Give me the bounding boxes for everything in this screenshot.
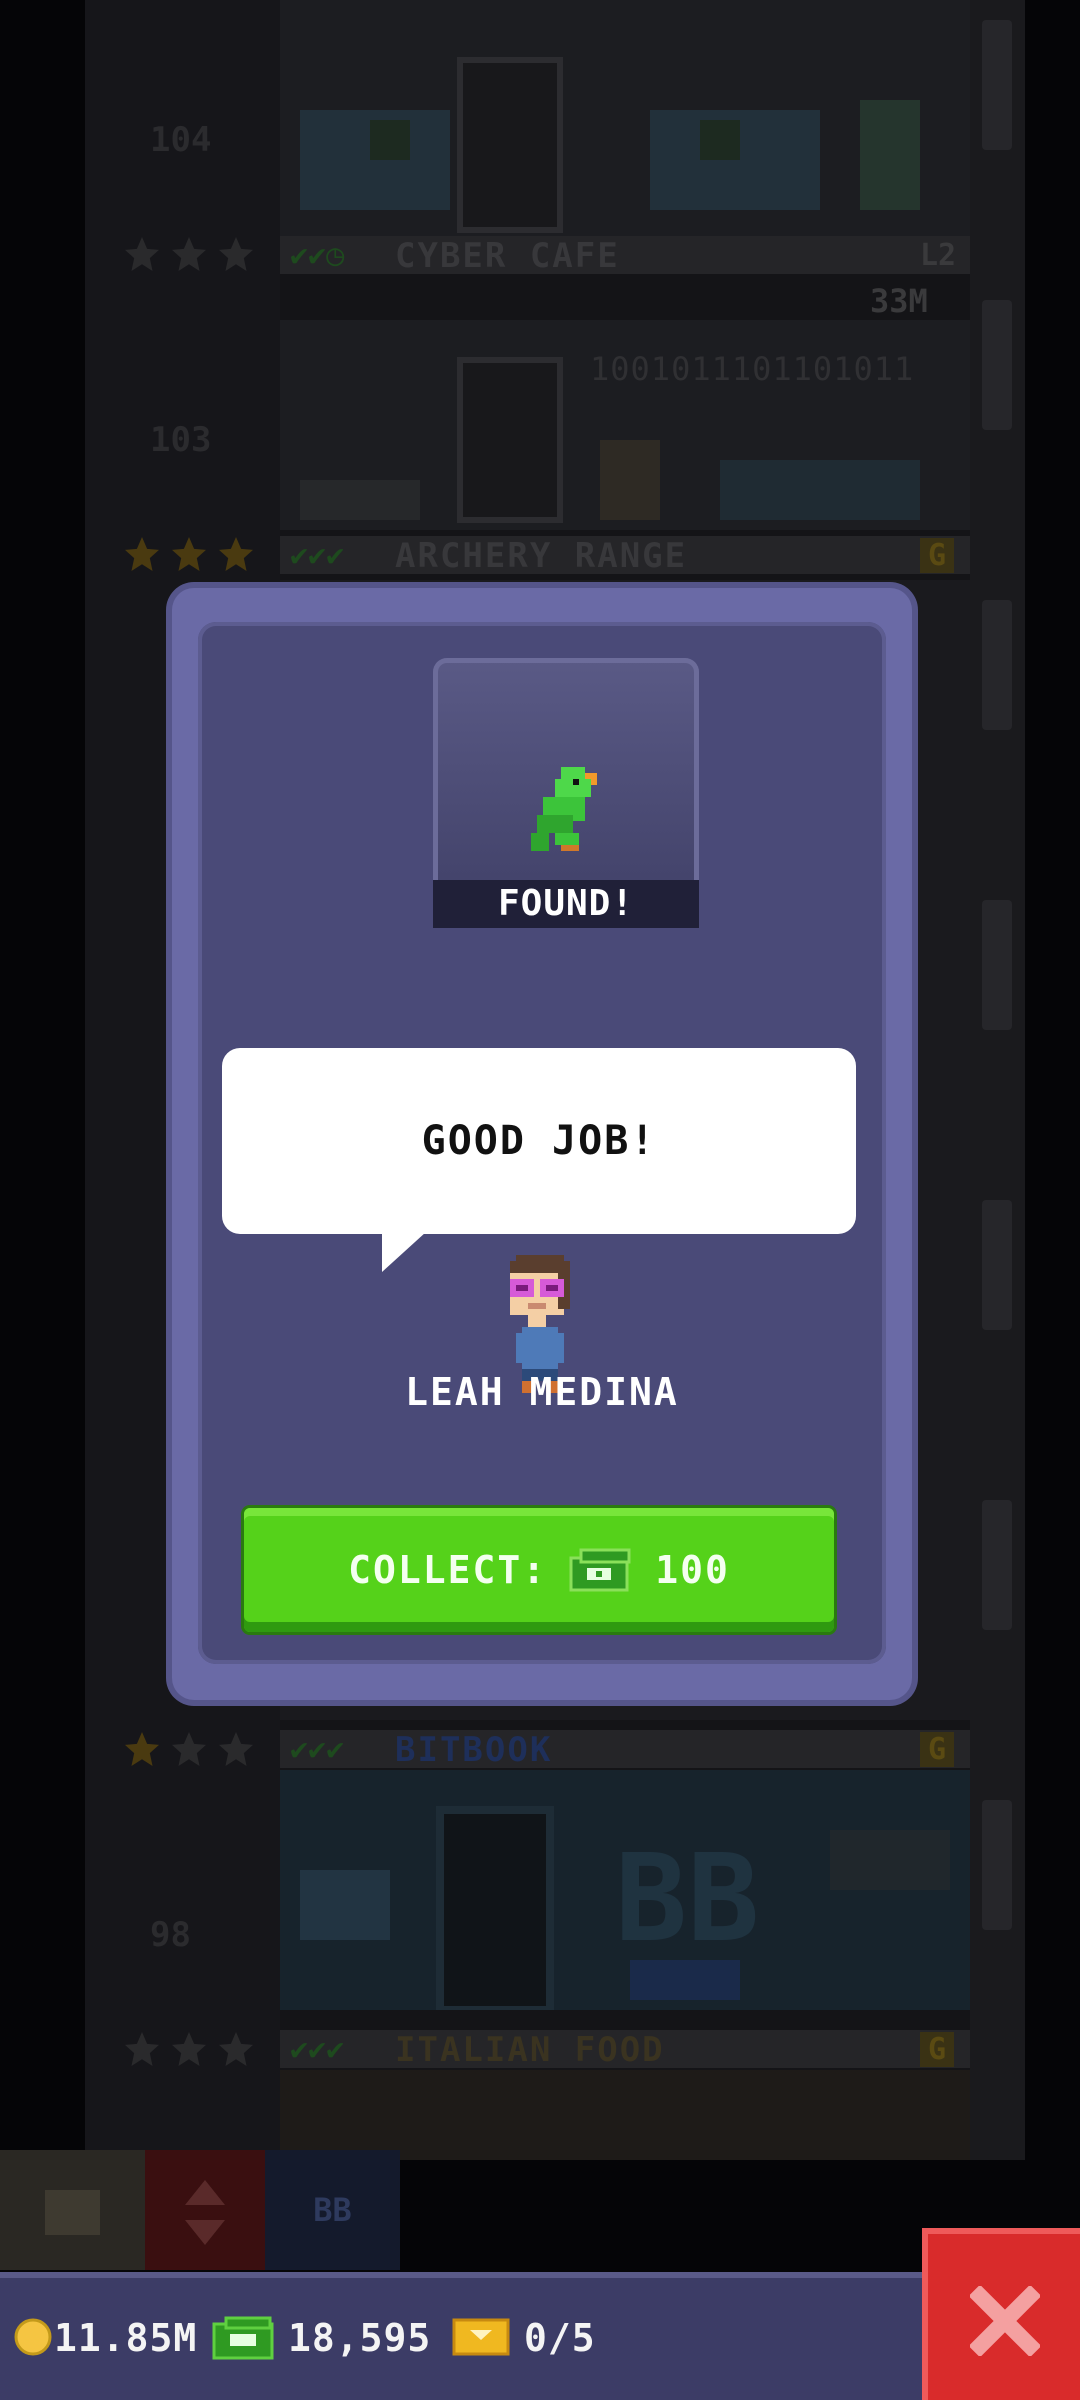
- speech-bubble-tail: [382, 1232, 426, 1272]
- floor-name: ARCHERY RANGE: [395, 536, 688, 576]
- floor-number: 98: [150, 1915, 191, 1955]
- floor-label-bar: [280, 236, 970, 274]
- floor-status-checks: ✔✔✔: [290, 538, 345, 573]
- floor-label-bar: [280, 1730, 970, 1768]
- floor-level: G: [920, 2032, 955, 2067]
- speech-bubble: GOOD JOB!: [222, 1048, 856, 1234]
- star-icon: [172, 1732, 206, 1766]
- floor-status-checks: ✔✔◷: [290, 238, 345, 273]
- bux-icon: [212, 2316, 274, 2360]
- floor-level: L2: [920, 238, 957, 273]
- floor-number: 103: [150, 420, 212, 460]
- star-icon: [125, 237, 159, 271]
- floor-italian-food[interactable]: [280, 2070, 970, 2160]
- star-icon: [172, 537, 206, 571]
- bitbook-sign: BB: [615, 1830, 760, 1969]
- elevator-arrows-icon: [185, 2180, 225, 2245]
- dialog-panel: FOUND! GOOD JOB! LEAH MEDINA COLLECT: 10…: [198, 622, 886, 1664]
- rail-segment: [982, 1200, 1012, 1330]
- star-icon: [125, 1732, 159, 1766]
- rail-segment: [982, 900, 1012, 1030]
- rail-segment: [982, 1500, 1012, 1630]
- rail-segment: [982, 1800, 1012, 1930]
- floor-status-checks: ✔✔✔: [290, 1732, 345, 1767]
- bux-cash-icon: [569, 1548, 631, 1592]
- floor-cyber-cafe[interactable]: [280, 0, 970, 260]
- floor-price: 33M: [870, 282, 928, 320]
- found-item-dialog: FOUND! GOOD JOB! LEAH MEDINA COLLECT: 10…: [172, 588, 912, 1700]
- rail-segment: [982, 20, 1012, 150]
- floor-name: BITBOOK: [395, 1730, 553, 1770]
- collect-button[interactable]: COLLECT: 100: [244, 1508, 834, 1632]
- found-item-card: FOUND!: [433, 658, 699, 928]
- bitbook-button[interactable]: BB: [265, 2150, 400, 2270]
- collect-amount: 100: [655, 1548, 730, 1592]
- bux-amount: 18,595: [288, 2316, 432, 2360]
- currency-bar: 11.85M 18,595 0/5: [0, 2272, 925, 2400]
- tickets-count: 0/5: [524, 2316, 596, 2360]
- lobby-icon: [45, 2190, 100, 2235]
- rail-segment: [982, 600, 1012, 730]
- speech-message: GOOD JOB!: [421, 1118, 657, 1164]
- floor-number: 104: [150, 120, 212, 160]
- coins-amount: 11.85M: [54, 2316, 198, 2360]
- close-button[interactable]: [922, 2228, 1080, 2400]
- close-x-icon: [970, 2286, 1040, 2356]
- collect-label: COLLECT:: [348, 1548, 548, 1592]
- star-icon: [172, 237, 206, 271]
- floor-level: G: [920, 1732, 955, 1767]
- star-icon: [219, 237, 253, 271]
- floor-name: ITALIAN FOOD: [395, 2030, 665, 2070]
- star-icon: [219, 1732, 253, 1766]
- star-icon: [219, 2032, 253, 2066]
- star-icon: [172, 2032, 206, 2066]
- floor-name: CYBER CAFE: [395, 236, 620, 276]
- floor-level: G: [920, 538, 955, 573]
- found-label: FOUND!: [433, 880, 699, 928]
- floor-status-checks: ✔✔✔: [290, 2032, 345, 2067]
- green-parrot-icon: [531, 767, 597, 851]
- ticket-icon: [452, 2318, 510, 2356]
- npc-name: LEAH MEDINA: [405, 1370, 679, 1414]
- collect-button-content: COLLECT: 100: [244, 1508, 834, 1632]
- coin-icon: [14, 2318, 52, 2356]
- elevator-button[interactable]: [145, 2150, 265, 2270]
- rail-segment: [982, 300, 1012, 430]
- star-icon: [125, 537, 159, 571]
- cyber-cafe-scene: [300, 57, 920, 233]
- binary-text: 1001011101101011: [590, 350, 915, 388]
- lobby-button[interactable]: [0, 2150, 145, 2270]
- star-icon: [219, 537, 253, 571]
- star-icon: [125, 2032, 159, 2066]
